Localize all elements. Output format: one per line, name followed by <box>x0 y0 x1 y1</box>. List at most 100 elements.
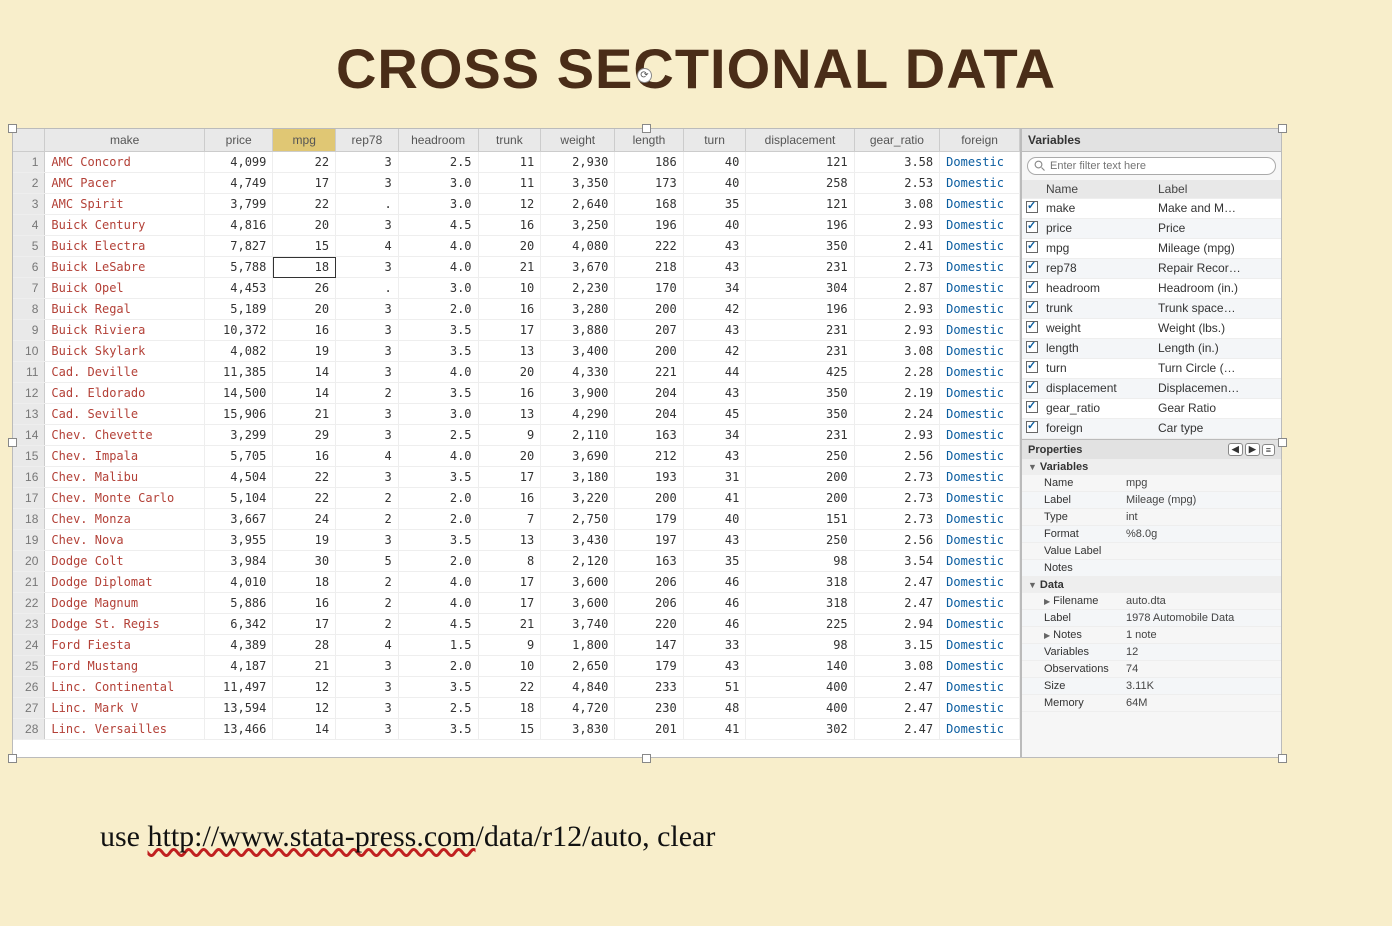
selection-handle[interactable] <box>8 438 17 447</box>
cell-length[interactable]: 233 <box>615 677 683 698</box>
variables-filter[interactable] <box>1027 157 1276 175</box>
cell-length[interactable]: 179 <box>615 509 683 530</box>
row-number[interactable]: 6 <box>13 257 45 278</box>
table-row[interactable]: 19Chev. Nova3,9551933.5133,430197432502.… <box>13 530 1020 551</box>
table-row[interactable]: 24Ford Fiesta4,3892841.591,80014733983.1… <box>13 635 1020 656</box>
cell-turn[interactable]: 35 <box>683 551 746 572</box>
cell-rep78[interactable]: 3 <box>336 656 399 677</box>
cell-make[interactable]: AMC Pacer <box>45 173 205 194</box>
cell-length[interactable]: 206 <box>615 572 683 593</box>
variable-checkbox[interactable] <box>1026 401 1038 413</box>
variable-checkbox[interactable] <box>1026 241 1038 253</box>
cell-mpg[interactable]: 17 <box>273 614 336 635</box>
cell-headroom[interactable]: 4.5 <box>398 614 478 635</box>
cell-gear_ratio[interactable]: 2.47 <box>854 698 939 719</box>
row-number[interactable]: 12 <box>13 383 45 404</box>
cell-turn[interactable]: 43 <box>683 530 746 551</box>
cell-price[interactable]: 6,342 <box>204 614 272 635</box>
cell-length[interactable]: 197 <box>615 530 683 551</box>
table-row[interactable]: 6Buick LeSabre5,7881834.0213,67021843231… <box>13 257 1020 278</box>
cell-price[interactable]: 7,827 <box>204 236 272 257</box>
cell-mpg[interactable]: 16 <box>273 446 336 467</box>
row-number[interactable]: 17 <box>13 488 45 509</box>
cell-length[interactable]: 147 <box>615 635 683 656</box>
cell-length[interactable]: 207 <box>615 320 683 341</box>
cell-make[interactable]: Chev. Impala <box>45 446 205 467</box>
cell-weight[interactable]: 3,220 <box>541 488 615 509</box>
cell-displacement[interactable]: 98 <box>746 635 854 656</box>
cell-foreign[interactable]: Domestic <box>940 530 1020 551</box>
cell-trunk[interactable]: 13 <box>478 530 541 551</box>
cell-weight[interactable]: 3,830 <box>541 719 615 740</box>
cell-make[interactable]: Linc. Mark V <box>45 698 205 719</box>
row-number[interactable]: 7 <box>13 278 45 299</box>
table-row[interactable]: 22Dodge Magnum5,8861624.0173,60020646318… <box>13 593 1020 614</box>
cell-foreign[interactable]: Domestic <box>940 719 1020 740</box>
cell-length[interactable]: 206 <box>615 593 683 614</box>
variable-row-headroom[interactable]: headroomHeadroom (in.) <box>1022 279 1281 299</box>
cell-foreign[interactable]: Domestic <box>940 194 1020 215</box>
cell-length[interactable]: 221 <box>615 362 683 383</box>
property-row[interactable]: Label1978 Automobile Data <box>1022 610 1281 627</box>
cell-headroom[interactable]: 3.0 <box>398 278 478 299</box>
cell-weight[interactable]: 3,900 <box>541 383 615 404</box>
cell-displacement[interactable]: 121 <box>746 152 854 173</box>
cell-weight[interactable]: 3,880 <box>541 320 615 341</box>
cell-mpg[interactable]: 30 <box>273 551 336 572</box>
variable-row-mpg[interactable]: mpgMileage (mpg) <box>1022 239 1281 259</box>
variable-row-gear_ratio[interactable]: gear_ratioGear Ratio <box>1022 399 1281 419</box>
cell-make[interactable]: Dodge Colt <box>45 551 205 572</box>
cell-trunk[interactable]: 16 <box>478 299 541 320</box>
table-row[interactable]: 15Chev. Impala5,7051644.0203,69021243250… <box>13 446 1020 467</box>
cell-weight[interactable]: 4,720 <box>541 698 615 719</box>
cell-weight[interactable]: 3,430 <box>541 530 615 551</box>
cell-weight[interactable]: 3,600 <box>541 593 615 614</box>
table-row[interactable]: 4Buick Century4,8162034.5163,25019640196… <box>13 215 1020 236</box>
property-row[interactable]: ▶Notes1 note <box>1022 627 1281 644</box>
cell-rep78[interactable]: 2 <box>336 383 399 404</box>
cell-mpg[interactable]: 22 <box>273 152 336 173</box>
cell-price[interactable]: 10,372 <box>204 320 272 341</box>
cell-mpg[interactable]: 16 <box>273 320 336 341</box>
cell-trunk[interactable]: 15 <box>478 719 541 740</box>
cell-foreign[interactable]: Domestic <box>940 509 1020 530</box>
cell-foreign[interactable]: Domestic <box>940 215 1020 236</box>
cell-turn[interactable]: 40 <box>683 509 746 530</box>
cell-rep78[interactable]: 3 <box>336 698 399 719</box>
cell-displacement[interactable]: 121 <box>746 194 854 215</box>
cell-rep78[interactable]: 3 <box>336 425 399 446</box>
cell-turn[interactable]: 43 <box>683 446 746 467</box>
cell-length[interactable]: 201 <box>615 719 683 740</box>
cell-length[interactable]: 230 <box>615 698 683 719</box>
cell-weight[interactable]: 3,180 <box>541 467 615 488</box>
cell-weight[interactable]: 2,110 <box>541 425 615 446</box>
cell-displacement[interactable]: 350 <box>746 404 854 425</box>
row-number[interactable]: 25 <box>13 656 45 677</box>
cell-weight[interactable]: 1,800 <box>541 635 615 656</box>
cell-make[interactable]: Chev. Monte Carlo <box>45 488 205 509</box>
row-number[interactable]: 21 <box>13 572 45 593</box>
cell-weight[interactable]: 4,840 <box>541 677 615 698</box>
cell-length[interactable]: 212 <box>615 446 683 467</box>
cell-price[interactable]: 4,187 <box>204 656 272 677</box>
cell-mpg[interactable]: 29 <box>273 425 336 446</box>
cell-trunk[interactable]: 20 <box>478 446 541 467</box>
row-number[interactable]: 11 <box>13 362 45 383</box>
cell-make[interactable]: Chev. Nova <box>45 530 205 551</box>
row-number[interactable]: 26 <box>13 677 45 698</box>
property-row[interactable]: Typeint <box>1022 509 1281 526</box>
properties-section-variables[interactable]: ▼Variables <box>1022 459 1281 475</box>
cell-mpg[interactable]: 20 <box>273 299 336 320</box>
table-row[interactable]: 10Buick Skylark4,0821933.5133,4002004223… <box>13 341 1020 362</box>
cell-turn[interactable]: 43 <box>683 656 746 677</box>
variable-row-trunk[interactable]: trunkTrunk space… <box>1022 299 1281 319</box>
cell-trunk[interactable]: 20 <box>478 362 541 383</box>
cell-make[interactable]: Dodge Magnum <box>45 593 205 614</box>
cell-make[interactable]: Buick Skylark <box>45 341 205 362</box>
cell-foreign[interactable]: Domestic <box>940 656 1020 677</box>
cell-make[interactable]: Ford Mustang <box>45 656 205 677</box>
selection-handle[interactable] <box>642 754 651 763</box>
cell-headroom[interactable]: 2.0 <box>398 488 478 509</box>
cell-rep78[interactable]: 4 <box>336 446 399 467</box>
cell-length[interactable]: 218 <box>615 257 683 278</box>
